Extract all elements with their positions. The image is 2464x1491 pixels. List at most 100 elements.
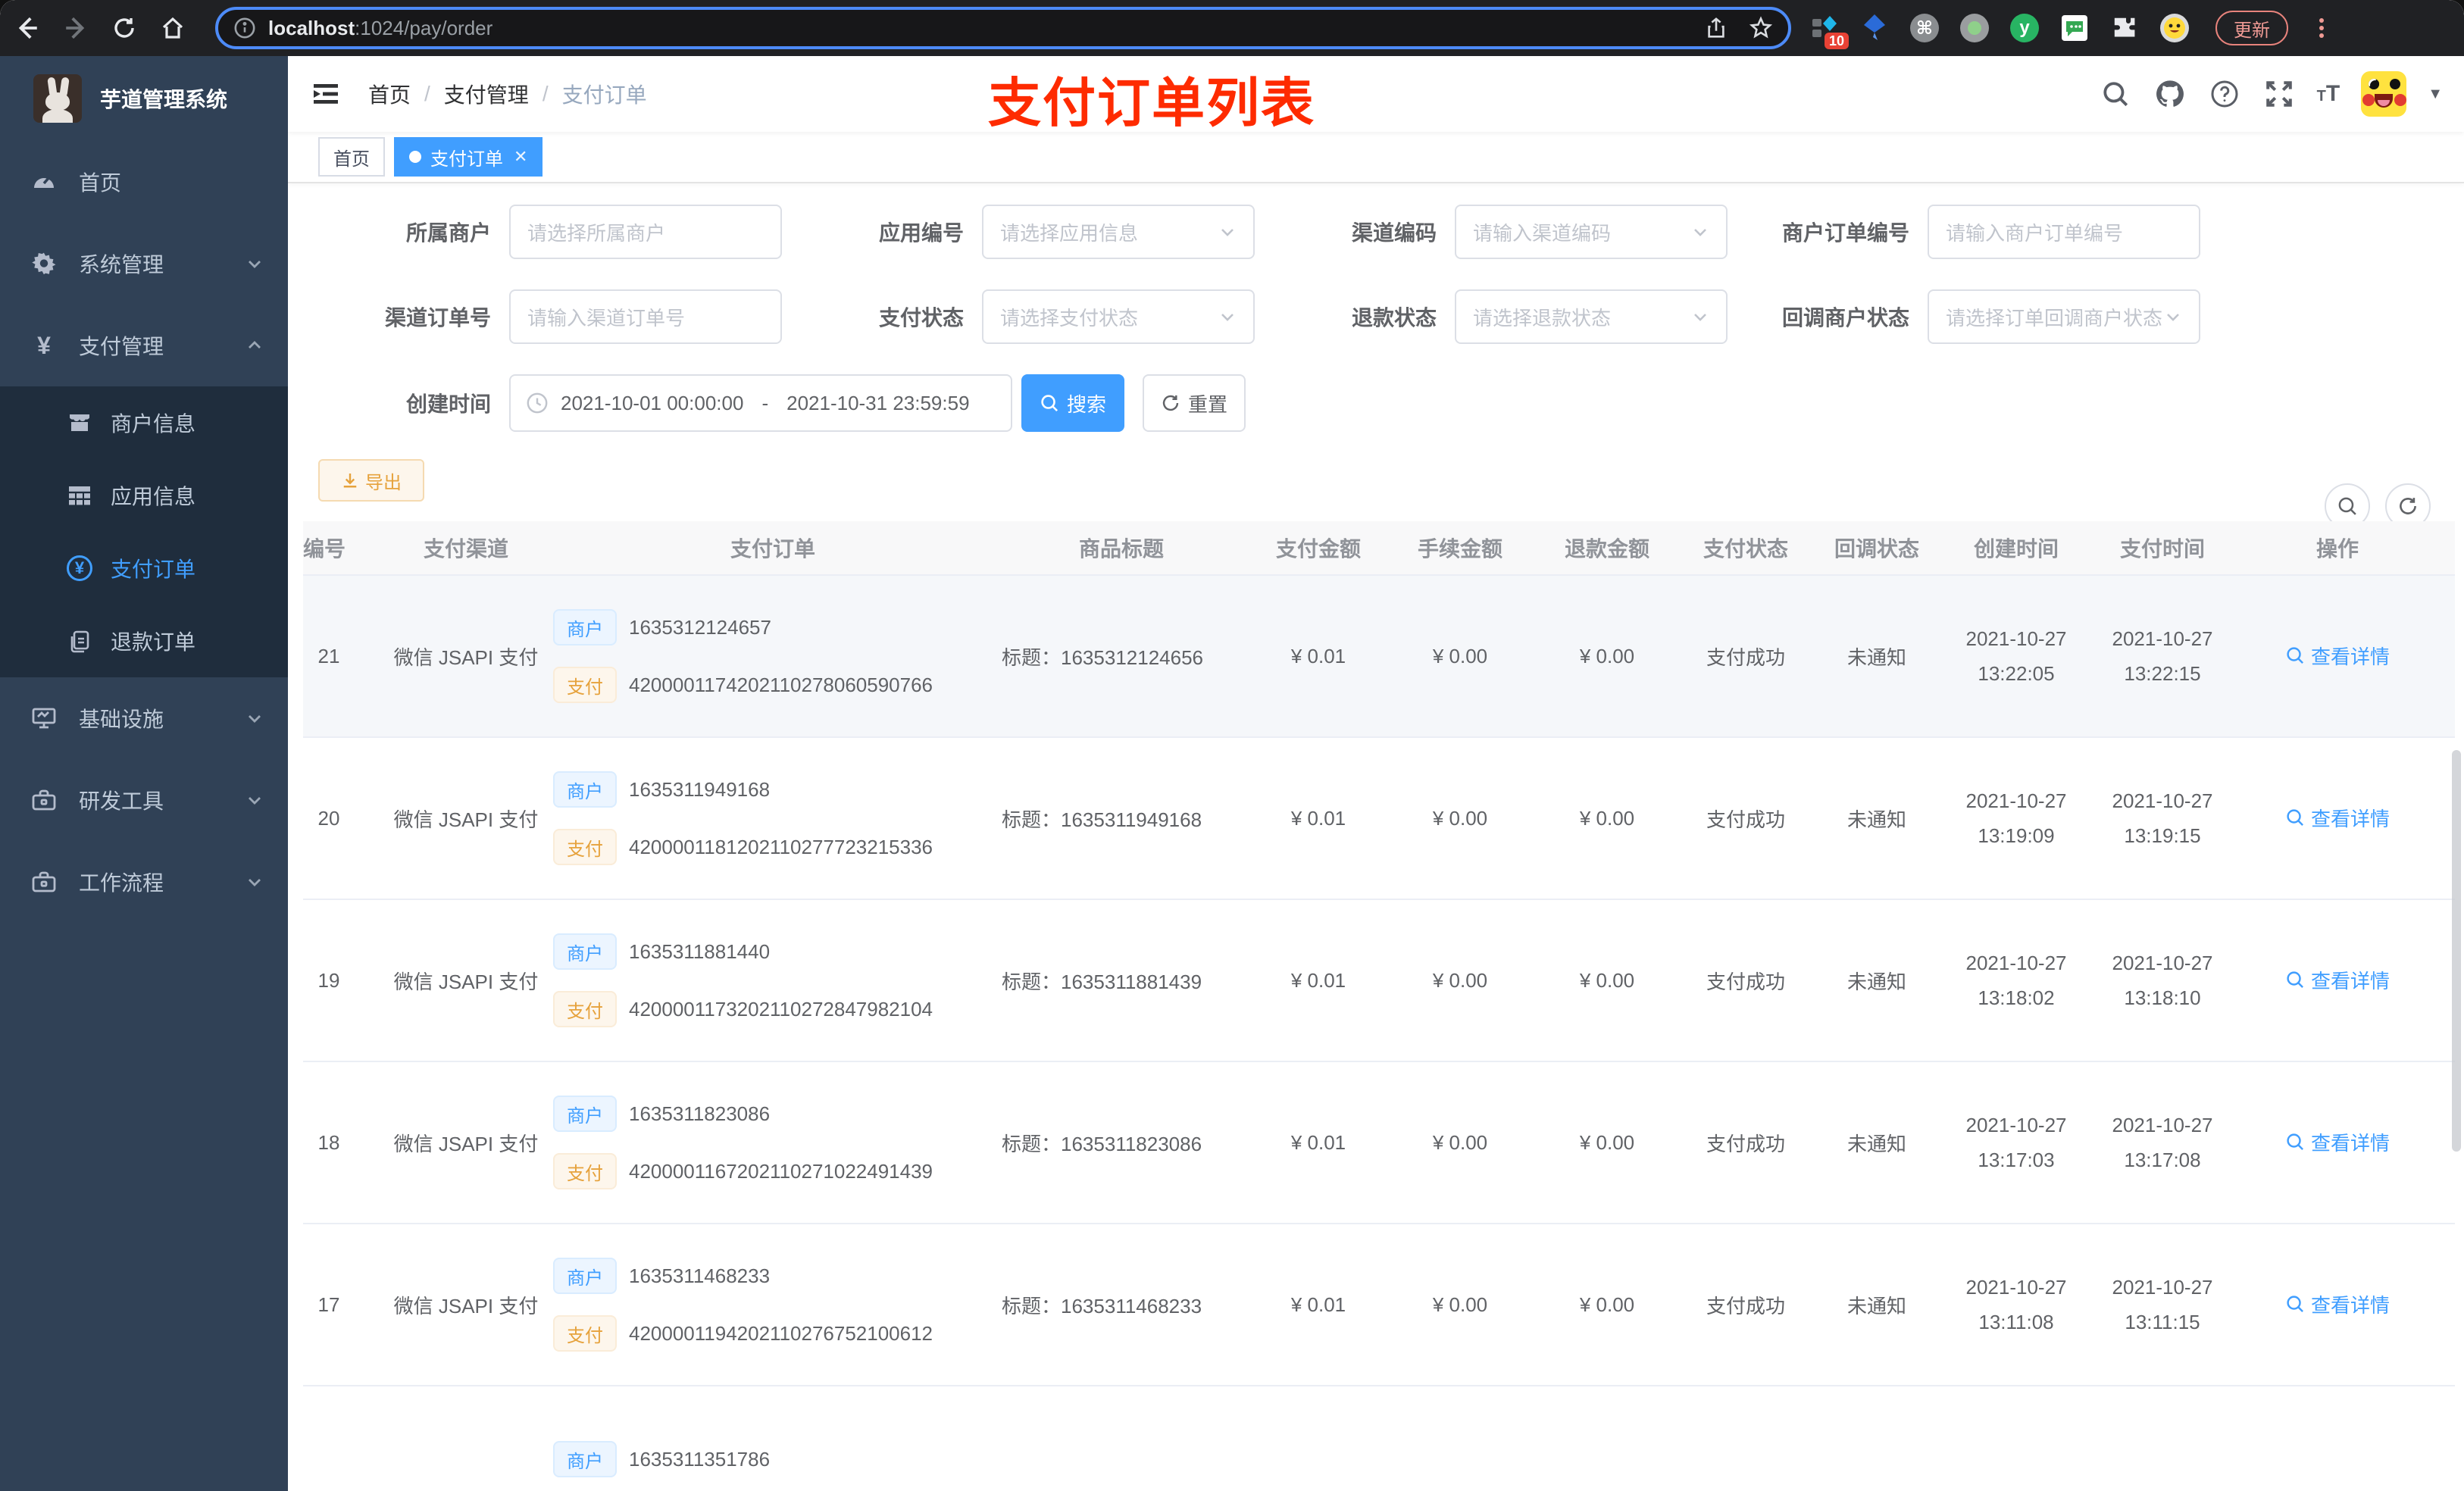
fee-amount-cell: ¥ 0.00 <box>1432 1293 1488 1316</box>
breadcrumb-home[interactable]: 首页 <box>368 79 411 109</box>
date-start[interactable]: 2021-10-01 00:00:00 <box>561 392 743 415</box>
breadcrumb-pay[interactable]: 支付管理 <box>444 79 529 109</box>
app-select[interactable]: 请选择应用信息 <box>982 205 1255 259</box>
sidebar-item-workflow[interactable]: 工作流程 <box>0 841 288 923</box>
sidebar-item-infra[interactable]: 基础设施 <box>0 677 288 759</box>
help-icon[interactable] <box>2208 77 2241 111</box>
avatar-caret-icon[interactable]: ▼ <box>2428 86 2443 103</box>
filter-pay-status: 支付状态 请选择支付状态 <box>791 289 1255 344</box>
pay-order-cell: 商户 1635311823086 支付 42000011672021102710… <box>553 1096 993 1189</box>
tags-view: 首页 支付订单 ✕ <box>288 132 2464 183</box>
table-row[interactable]: 20 微信 JSAPI 支付 商户 1635311949168 支付 42000… <box>303 738 2455 900</box>
sidebar-pay-submenu: 商户信息 应用信息 ¥ 支付订单 退款订单 <box>0 386 288 677</box>
pay-amount-cell: ¥ 0.01 <box>1290 806 1346 830</box>
channel-code-select[interactable]: 请输入渠道编码 <box>1455 205 1728 259</box>
page-annotation: 支付订单列表 <box>988 73 1315 133</box>
search-icon[interactable] <box>2099 77 2132 111</box>
user-avatar[interactable] <box>2361 71 2407 117</box>
refund-amount-cell: ¥ 0.00 <box>1579 806 1635 830</box>
sidebar-item-pay-order[interactable]: ¥ 支付订单 <box>0 532 288 605</box>
sidebar-item-app-info[interactable]: 应用信息 <box>0 459 288 532</box>
sidebar-item-pay[interactable]: ¥ 支付管理 <box>0 305 288 386</box>
chevron-up-icon <box>245 336 264 355</box>
reset-button[interactable]: 重置 <box>1143 374 1246 432</box>
extension-emoji-icon[interactable] <box>2159 13 2190 43</box>
github-icon[interactable] <box>2153 77 2187 111</box>
extension-tiles-icon[interactable]: 10 <box>1809 13 1849 49</box>
pay-status-select[interactable]: 请选择支付状态 <box>982 289 1255 344</box>
browser-extensions: 10 ⌘ y 更新 <box>1809 11 2344 49</box>
merchant-order-no-input[interactable]: 请输入商户订单编号 <box>1928 205 2200 259</box>
extension-kite-icon[interactable] <box>1859 13 1890 43</box>
browser-toolbar: localhost:1024/pay/order 10 ⌘ y 更新 <box>0 0 2464 56</box>
merchant-input[interactable]: 请选择所属商户 <box>509 205 782 259</box>
extension-badge: 10 <box>1824 33 1849 49</box>
browser-forward-icon[interactable] <box>55 7 97 49</box>
create-time-cell: 2021-10-27 13:22:05 <box>1965 627 2067 685</box>
extension-y-icon[interactable]: y <box>2009 13 2040 43</box>
table-row[interactable]: 19 微信 JSAPI 支付 商户 1635311881440 支付 42000… <box>303 900 2455 1062</box>
extension-command-icon[interactable]: ⌘ <box>1909 13 1940 43</box>
date-end[interactable]: 2021-10-31 23:59:59 <box>786 392 969 415</box>
tab-close-icon[interactable]: ✕ <box>514 147 527 167</box>
filter-channel-order-no: 渠道订单号 请输入渠道订单号 <box>318 289 782 344</box>
fullscreen-icon[interactable] <box>2262 77 2296 111</box>
refund-status-select[interactable]: 请选择退款状态 <box>1455 289 1728 344</box>
app-logo[interactable]: 芋道管理系统 <box>0 56 288 141</box>
operation-cell: 查看详情 <box>2235 1290 2440 1320</box>
sidebar-item-merchant-info[interactable]: 商户信息 <box>0 386 288 459</box>
view-detail-link[interactable]: 查看详情 <box>2285 1128 2390 1156</box>
browser-reload-icon[interactable] <box>103 7 145 49</box>
extensions-puzzle-icon[interactable] <box>2109 13 2140 43</box>
filter-refund-status: 退款状态 请选择退款状态 <box>1264 289 1728 344</box>
filter-create-time: 创建时间 2021-10-01 00:00:00 - 2021-10-31 23… <box>318 374 1012 432</box>
chevron-down-icon <box>245 709 264 727</box>
share-icon[interactable] <box>1705 17 1728 39</box>
font-size-icon[interactable]: TT <box>2317 81 2340 107</box>
view-detail-link[interactable]: 查看详情 <box>2285 804 2390 832</box>
refund-amount-cell: ¥ 0.00 <box>1579 644 1635 667</box>
notify-status-cell: 未通知 <box>1846 1294 1906 1318</box>
create-time-cell: 2021-10-27 13:11:08 <box>1965 1276 2067 1333</box>
sidebar-fold-icon[interactable] <box>311 79 341 109</box>
channel-order-no: 4200001167202110271022491439 <box>629 1159 933 1183</box>
view-detail-link[interactable]: 查看详情 <box>2285 966 2390 994</box>
address-bar[interactable]: localhost:1024/pay/order <box>215 7 1791 49</box>
pay-order-cell: 商户 1635311468233 支付 42000011942021102767… <box>553 1258 993 1352</box>
channel-order-no-input[interactable]: 请输入渠道订单号 <box>509 289 782 344</box>
monitor-icon <box>30 705 58 732</box>
bookmark-star-icon[interactable] <box>1749 16 1773 40</box>
merchant-tag: 商户 <box>553 933 617 970</box>
sidebar-item-home[interactable]: 首页 <box>0 141 288 223</box>
browser-back-icon[interactable] <box>6 7 48 49</box>
view-detail-link[interactable]: 查看详情 <box>2285 642 2390 670</box>
table-row[interactable]: 21 微信 JSAPI 支付 商户 1635312124657 支付 42000… <box>303 576 2455 738</box>
tab-pay-order[interactable]: 支付订单 ✕ <box>394 137 543 177</box>
operation-cell: 查看详情 <box>2235 966 2440 996</box>
site-info-icon[interactable] <box>233 17 256 39</box>
filter-notify-status: 回调商户状态 请选择订单回调商户状态 <box>1737 289 2200 344</box>
view-detail-link[interactable]: 查看详情 <box>2285 1290 2390 1318</box>
browser-menu-icon[interactable] <box>2311 18 2332 38</box>
sidebar-item-dev-tools[interactable]: 研发工具 <box>0 759 288 841</box>
chevron-down-icon <box>1691 223 1709 241</box>
search-button[interactable]: 搜索 <box>1021 374 1124 432</box>
table-row[interactable]: 18 微信 JSAPI 支付 商户 1635311823086 支付 42000… <box>303 1062 2455 1224</box>
sidebar-item-refund-order[interactable]: 退款订单 <box>0 605 288 677</box>
tab-home[interactable]: 首页 <box>318 137 385 177</box>
browser-update-button[interactable]: 更新 <box>2215 11 2288 45</box>
sidebar-item-system[interactable]: 系统管理 <box>0 223 288 305</box>
extension-chat-icon[interactable] <box>2059 13 2090 43</box>
pay-time-cell: 2021-10-27 13:18:10 <box>2112 952 2213 1009</box>
browser-home-icon[interactable] <box>152 7 194 49</box>
date-range-picker[interactable]: 2021-10-01 00:00:00 - 2021-10-31 23:59:5… <box>509 374 1012 432</box>
chevron-down-icon <box>2164 308 2182 326</box>
extension-dot-icon[interactable] <box>1959 13 1990 43</box>
scrollbar-thumb[interactable] <box>2452 750 2461 1152</box>
table-row[interactable]: 17 微信 JSAPI 支付 商户 1635311468233 支付 42000… <box>303 1224 2455 1386</box>
export-button[interactable]: 导出 <box>318 459 424 502</box>
notify-status-select[interactable]: 请选择订单回调商户状态 <box>1928 289 2200 344</box>
chevron-down-icon <box>1691 308 1709 326</box>
grid-icon <box>67 483 92 508</box>
orders-table: 编号 支付渠道 支付订单 商品标题 支付金额 手续金额 退款金额 支付状态 回调… <box>303 521 2455 1491</box>
